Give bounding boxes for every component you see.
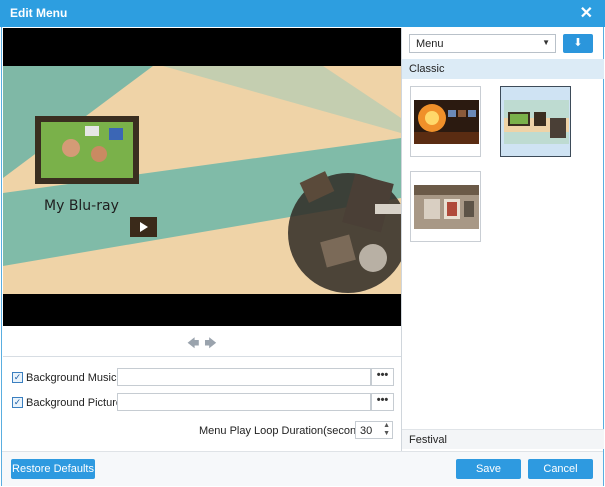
template-type-select[interactable]: Menu ▼ [409, 34, 556, 53]
panel-divider [401, 28, 402, 451]
divider [3, 356, 401, 357]
download-icon: ⬇ [573, 37, 583, 49]
preview-menu-title: My Blu-ray [44, 198, 119, 214]
arrow-right-icon[interactable]: 🡆 [204, 334, 218, 355]
background-music-label: Background Music: [26, 372, 120, 384]
loop-duration-value: 30 [360, 425, 373, 437]
template-thumbnail-image [504, 100, 569, 144]
restore-defaults-button[interactable]: Restore Defaults [11, 459, 95, 479]
template-thumbnail[interactable] [410, 171, 481, 242]
save-button[interactable]: Save [456, 459, 521, 479]
background-picture-label: Background Picture: [26, 397, 126, 409]
loop-duration-stepper[interactable]: 30 ▲ ▼ [355, 421, 393, 439]
menu-preview-artwork [3, 66, 401, 294]
background-picture-browse-button[interactable]: ••• [371, 393, 394, 411]
category-classic[interactable]: Classic [402, 59, 604, 79]
background-picture-checkbox[interactable]: ✓ [12, 397, 23, 408]
template-type-value: Menu [416, 38, 444, 50]
template-thumbnail-selected[interactable] [500, 86, 571, 157]
background-picture-path-input[interactable] [117, 393, 371, 411]
template-thumbnail[interactable] [410, 86, 481, 157]
chevron-down-icon: ▼ [542, 38, 550, 47]
category-festival[interactable]: Festival [402, 429, 604, 449]
template-thumbnail-image [414, 185, 479, 229]
background-music-browse-button[interactable]: ••• [371, 368, 394, 386]
stepper-down-icon[interactable]: ▼ [383, 430, 390, 437]
preview-navigation: 🡄 🡆 [187, 334, 218, 355]
menu-preview: My Blu-ray [3, 28, 401, 326]
template-thumbnail-image [414, 100, 479, 144]
arrow-left-icon[interactable]: 🡄 [187, 334, 201, 355]
background-music-checkbox[interactable]: ✓ [12, 372, 23, 383]
window-title: Edit Menu [10, 6, 68, 20]
loop-duration-label: Menu Play Loop Duration(seconds): [199, 425, 375, 437]
stepper-up-icon[interactable]: ▲ [383, 422, 390, 429]
background-music-path-input[interactable] [117, 368, 371, 386]
download-template-button[interactable]: ⬇ [563, 34, 593, 53]
title-bar: Edit Menu ✕ [0, 0, 605, 27]
cancel-button[interactable]: Cancel [528, 459, 593, 479]
close-icon[interactable]: ✕ [580, 3, 593, 23]
